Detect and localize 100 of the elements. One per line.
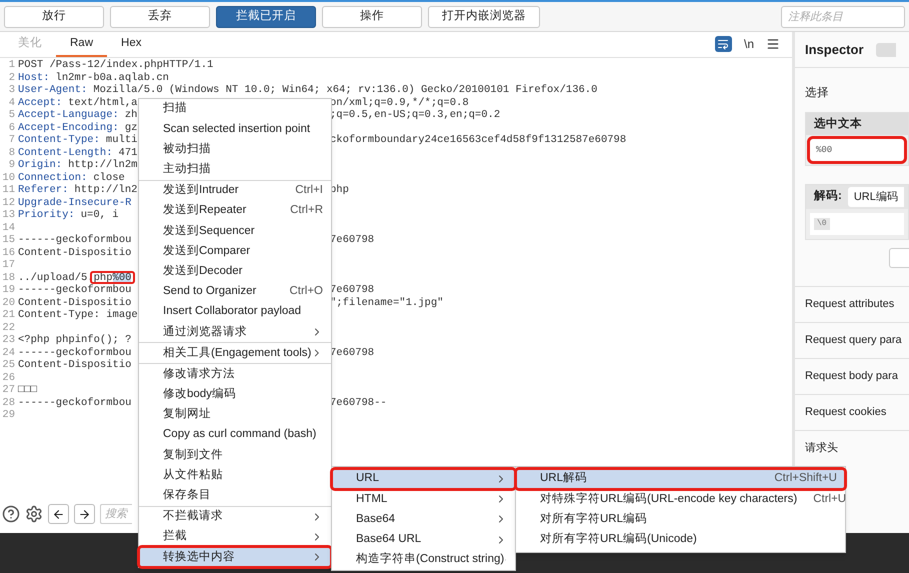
line-number: 25: [1, 359, 15, 372]
menu-item[interactable]: Scan selected insertion point: [139, 119, 331, 140]
forward-button[interactable]: [74, 504, 95, 524]
back-button[interactable]: [48, 504, 69, 524]
menu-item[interactable]: HTML: [332, 489, 515, 510]
code-text: <?php phpinfo(); ?: [18, 334, 132, 346]
menu-item[interactable]: 对特殊字符URL编码(URL-encode key characters) Ctrl+U: [516, 489, 845, 510]
code-text: ------geckoformbou: [18, 346, 132, 359]
line-number: 5: [8, 109, 15, 122]
menu-item[interactable]: Base64: [332, 509, 515, 530]
menu-item[interactable]: Base64 URL: [332, 530, 515, 550]
editor-tab[interactable]: Raw: [56, 33, 108, 57]
code-text: Content-Type: image: [18, 309, 138, 322]
menu-item[interactable]: URL解码 Ctrl+Shift+U: [516, 469, 845, 490]
menu-item[interactable]: 发送到Repeater Ctrl+R: [139, 200, 331, 222]
header-name: Accept-Language:: [18, 109, 119, 122]
line-number: 7: [8, 134, 15, 146]
code-text: 7e60798--: [330, 396, 387, 409]
card-header: 选中文本: [806, 113, 908, 135]
header-name: Priority:: [18, 209, 75, 222]
menu-icon[interactable]: [766, 37, 780, 51]
menu-item[interactable]: 被动扫描: [139, 139, 331, 160]
code-text: Content-Dispositio: [18, 296, 132, 309]
header-name: Connection:: [18, 172, 88, 184]
menu-item[interactable]: 保存条目: [139, 486, 331, 506]
menu-item[interactable]: 修改body编码: [139, 384, 331, 405]
menu-item[interactable]: 对所有字符URL编码(Unicode): [516, 530, 845, 550]
menu-item[interactable]: Insert Collaborator payload: [139, 302, 331, 322]
line-number: 13: [1, 209, 15, 222]
line-number: 26: [1, 372, 15, 384]
newline-button[interactable]: \n: [744, 35, 754, 53]
header-name: Referer:: [18, 184, 68, 196]
menu-item[interactable]: 对所有字符URL编码: [516, 509, 845, 530]
code-text: http://ln2: [74, 184, 138, 196]
code-text: 7e60798: [330, 346, 374, 359]
decoded-value: \0: [814, 218, 830, 230]
menu-item[interactable]: 复制网址: [139, 404, 331, 425]
inspector-section[interactable]: Request cookies: [795, 394, 909, 430]
menu-item[interactable]: 主动扫描: [139, 160, 331, 180]
search-field[interactable]: 搜索: [100, 504, 132, 524]
menu-item[interactable]: 转换选中内容: [139, 547, 331, 568]
line-number: 27: [1, 384, 15, 396]
menu-item[interactable]: URL: [332, 469, 515, 490]
editor-tab[interactable]: Hex: [107, 33, 156, 57]
decode-label: 解码:: [814, 188, 842, 204]
inspector-section[interactable]: Request attributes: [795, 286, 909, 322]
inspector-section[interactable]: Request query para: [795, 322, 909, 358]
menu-item[interactable]: 发送到Intruder Ctrl+I: [139, 180, 331, 201]
line-number: 29: [1, 409, 15, 422]
menu-item[interactable]: 修改请求方法: [139, 364, 331, 385]
toolbar-button[interactable]: 丢弃: [110, 6, 210, 28]
arrow-right-icon: [78, 508, 91, 520]
header-name: Content-Length:: [18, 146, 113, 159]
panel-toggle-icon[interactable]: [876, 42, 896, 56]
code-text: POST /Pass-12/index.phpHTTP/1.1: [18, 59, 214, 72]
code-text: gz: [124, 122, 138, 134]
header-name: User-Agent:: [18, 84, 88, 96]
toolbar-button[interactable]: 放行: [4, 6, 104, 28]
toolbar-button[interactable]: 操作: [322, 6, 422, 28]
line-number: 8: [8, 146, 15, 159]
code-text: ln2mr-b0a.aqlab.cn: [56, 72, 169, 84]
code-text: u=0, i: [80, 209, 119, 222]
menu-item[interactable]: 不拦截请求: [139, 506, 331, 527]
line-number: 22: [1, 322, 15, 334]
menu-item[interactable]: 构造字符串(Construct string): [332, 550, 515, 570]
encoding-dropdown[interactable]: URL编码: [848, 187, 904, 207]
menu-item[interactable]: 发送到Sequencer: [139, 221, 331, 242]
menu-item[interactable]: 发送到Decoder: [139, 262, 331, 282]
line-number: 1: [8, 59, 15, 72]
wrap-button[interactable]: [714, 36, 732, 52]
menu-item[interactable]: 扫描: [139, 99, 331, 120]
line-number: 16: [1, 246, 15, 259]
menu-item[interactable]: 相关工具(Engagement tools): [139, 343, 331, 364]
code-text: 7e60798: [330, 284, 374, 296]
menu-item[interactable]: 拦截: [139, 526, 331, 548]
code-text: ../upload/5.: [18, 272, 94, 284]
toolbar-button[interactable]: 拦截已开启: [216, 6, 316, 28]
comment-field[interactable]: 注释此条目: [781, 6, 905, 28]
line-number: 28: [1, 396, 15, 409]
line-number: 6: [8, 122, 15, 134]
menu-item[interactable]: 从文件粘贴: [139, 465, 331, 486]
code-text: ;q=0.5,en-US;q=0.3,en;q=0.2: [330, 109, 500, 122]
inspector-title: Inspector: [805, 40, 864, 59]
menu-item[interactable]: Copy as curl command (bash): [139, 425, 331, 446]
inspector-section[interactable]: Request body para: [795, 358, 909, 394]
help-icon[interactable]: [2, 505, 20, 523]
menu-item[interactable]: 通过浏览器请求: [139, 322, 331, 342]
menu-item[interactable]: 发送到Comparer: [139, 241, 331, 262]
menu-item[interactable]: Send to Organizer Ctrl+O: [139, 282, 331, 302]
code-text: http://ln2m: [68, 159, 138, 172]
toolbar-button[interactable]: 打开内嵌浏览器: [428, 6, 540, 28]
line-number: 2: [8, 72, 15, 84]
code-text: ------geckoformbou: [18, 284, 132, 296]
code-text: Mozilla/5.0 (Windows NT 10.0; Win64; x64; rv:136.0) Gecko/20100101 Firefox/136.0: [93, 84, 598, 96]
menu-item[interactable]: 复制到文件: [139, 445, 331, 466]
settings-icon[interactable]: [25, 505, 43, 523]
header-name: Origin:: [18, 159, 62, 172]
code-text: ";filename="1.jpg": [330, 296, 444, 309]
code-text: □□□: [18, 384, 37, 396]
code-text: Content-Dispositio: [18, 359, 132, 372]
